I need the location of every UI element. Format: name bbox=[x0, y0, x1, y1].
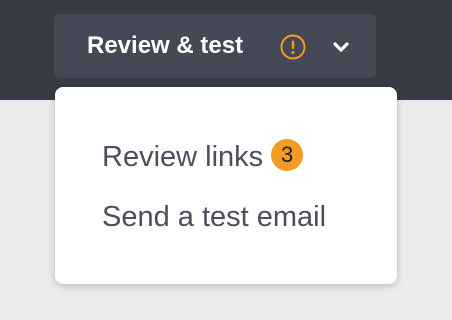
review-and-test-label: Review & test bbox=[87, 32, 244, 59]
review-dropdown-menu: Review links 3 Send a test email bbox=[55, 87, 397, 284]
review-links-count-badge: 3 bbox=[271, 139, 304, 172]
review-and-test-button[interactable]: Review & test bbox=[54, 14, 376, 78]
chevron-down-icon[interactable] bbox=[331, 39, 351, 55]
menu-item-review-links[interactable]: Review links 3 bbox=[102, 137, 304, 177]
review-links-label: Review links bbox=[102, 141, 264, 173]
top-bar: Review & test bbox=[0, 0, 452, 100]
warning-icon bbox=[280, 34, 306, 60]
menu-item-send-test-email[interactable]: Send a test email bbox=[102, 197, 326, 237]
send-test-email-label: Send a test email bbox=[102, 201, 327, 233]
